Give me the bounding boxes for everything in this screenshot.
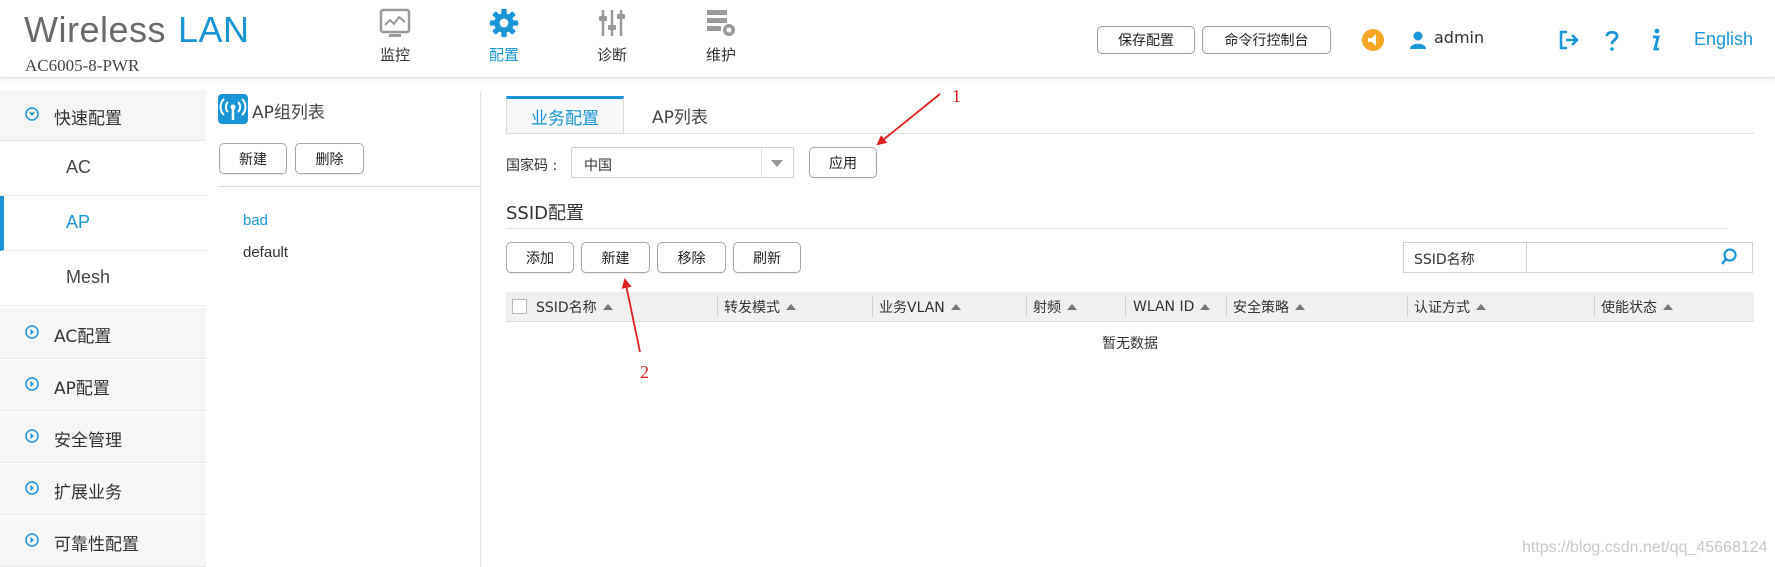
annotation-arrow-1 (876, 93, 941, 146)
annotation-number-1: 1 (952, 86, 961, 106)
annotation-number-2: 2 (640, 362, 649, 382)
watermark: https://blog.csdn.net/qq_45668124 (1522, 539, 1768, 556)
annotation-arrow-2 (621, 278, 641, 353)
annotation-arrows (621, 93, 941, 353)
